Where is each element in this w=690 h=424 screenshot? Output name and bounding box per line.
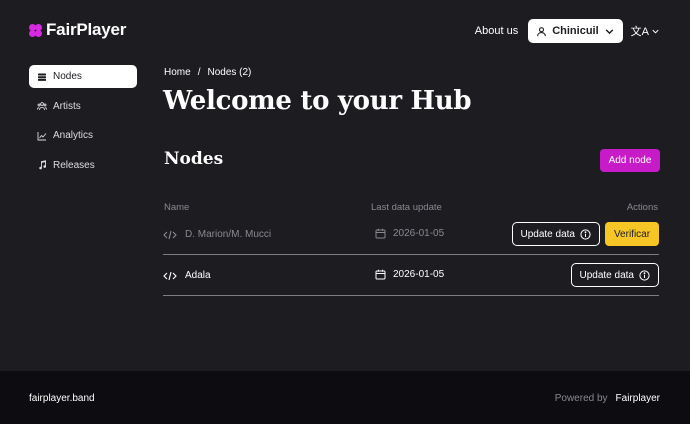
chevron-down-icon — [605, 28, 613, 34]
music-note-icon — [39, 160, 47, 170]
chart-icon — [37, 131, 47, 140]
footer: fairplayer.band Powered by Fairplayer — [0, 371, 690, 424]
sidebar-item-nodes[interactable]: Nodes — [29, 65, 137, 88]
update-data-label: Update data — [520, 228, 576, 240]
sidebar-item-label: Analytics — [53, 130, 94, 141]
sidebar-item-releases[interactable]: Releases — [29, 154, 137, 177]
stack-icon — [38, 73, 46, 81]
node-name: D. Marion/M. Mucci — [185, 229, 272, 240]
column-header-date: Last data update — [371, 202, 442, 213]
breadcrumb-separator: / — [197, 67, 201, 78]
code-icon — [163, 271, 177, 280]
sidebar: Nodes Artists Analytics Releases — [29, 65, 137, 183]
node-date: 2026-01-05 — [393, 228, 445, 239]
section-title: Nodes — [164, 149, 224, 169]
page-title: Welcome to your Hub — [163, 86, 472, 116]
users-icon — [37, 102, 47, 111]
powered-by-label: Powered by — [554, 393, 608, 404]
sidebar-item-label: Nodes — [53, 71, 82, 82]
table-row: Adala 2026-01-05 Update data — [163, 256, 659, 296]
about-link[interactable]: About us — [475, 25, 518, 37]
logo-icon — [29, 23, 42, 37]
breadcrumb-home[interactable]: Home — [164, 67, 191, 78]
row-actions: Update data Verificar — [511, 222, 659, 246]
sidebar-item-artists[interactable]: Artists — [29, 95, 137, 118]
column-header-actions: Actions — [626, 202, 658, 213]
brand-name: FairPlayer — [46, 20, 127, 39]
brand-logo[interactable]: FairPlayer — [29, 20, 126, 40]
node-date-cell: 2026-01-05 — [375, 269, 444, 280]
info-icon — [580, 228, 591, 240]
row-actions: Update data — [570, 263, 659, 287]
sidebar-item-label: Artists — [53, 100, 81, 112]
breadcrumb: Home / Nodes (2) — [164, 67, 251, 78]
info-icon — [639, 269, 650, 281]
node-name-cell: D. Marion/M. Mucci — [163, 229, 271, 240]
add-node-button[interactable]: Add node — [600, 149, 660, 172]
user-name: Chinicuil — [552, 25, 599, 37]
chevron-down-icon — [652, 29, 659, 34]
footer-credit: Powered by Fairplayer — [555, 393, 660, 404]
breadcrumb-current: Nodes (2) — [207, 67, 252, 78]
user-icon — [537, 26, 547, 36]
user-menu-button[interactable]: Chinicuil — [528, 19, 623, 43]
calendar-icon — [375, 228, 386, 239]
footer-domain[interactable]: fairplayer.band — [29, 393, 95, 404]
node-date: 2026-01-05 — [393, 269, 445, 280]
node-date-cell: 2026-01-05 — [375, 228, 444, 239]
node-name: Adala — [185, 270, 211, 281]
sidebar-item-label: Releases — [53, 159, 95, 171]
update-data-button[interactable]: Update data — [570, 263, 659, 287]
calendar-icon — [375, 269, 386, 280]
verify-button[interactable]: Verificar — [605, 222, 659, 246]
code-icon — [163, 230, 177, 239]
update-data-label: Update data — [579, 269, 635, 281]
language-selector[interactable]: 文A — [631, 23, 660, 39]
column-header-name: Name — [164, 202, 190, 213]
node-name-cell: Adala — [163, 270, 211, 281]
update-data-button[interactable]: Update data — [511, 222, 600, 246]
footer-brand-link[interactable]: Fairplayer — [616, 393, 660, 404]
table-row: D. Marion/M. Mucci 2026-01-05 Update dat… — [163, 215, 659, 255]
sidebar-item-analytics[interactable]: Analytics — [29, 124, 137, 147]
translate-icon: 文A — [630, 26, 649, 38]
top-nav: About us Chinicuil 文A — [475, 19, 660, 43]
